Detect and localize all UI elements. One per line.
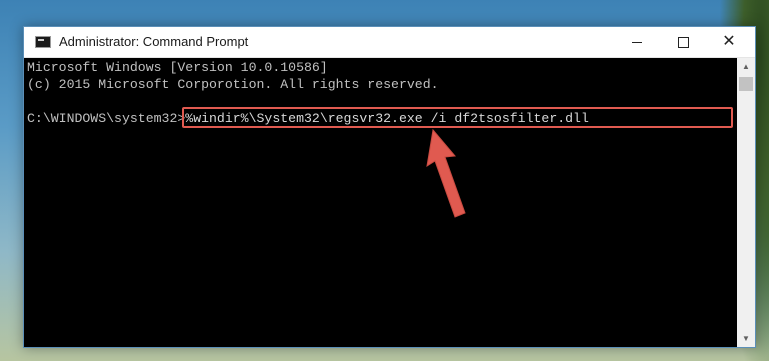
title-bar[interactable]: Administrator: Command Prompt ✕ (24, 27, 755, 58)
scroll-down-button[interactable]: ▼ (737, 330, 755, 347)
close-icon: ✕ (722, 33, 736, 50)
maximize-button[interactable] (660, 27, 706, 57)
chevron-down-icon: ▼ (742, 334, 750, 343)
scroll-up-button[interactable]: ▲ (737, 58, 755, 75)
command-prompt-icon (35, 36, 51, 48)
window-title: Administrator: Command Prompt (59, 34, 249, 49)
vertical-scrollbar[interactable]: ▲ ▼ (737, 58, 755, 347)
chevron-up-icon: ▲ (742, 62, 750, 71)
scroll-thumb[interactable] (739, 77, 753, 91)
prompt-text: C:\WINDOWS\system32> (27, 111, 186, 126)
version-line: Microsoft Windows [Version 10.0.10586] (27, 60, 328, 75)
command-prompt-window: Administrator: Command Prompt ✕ Microsof… (23, 26, 756, 348)
maximize-icon (677, 36, 689, 48)
console-output[interactable]: Microsoft Windows [Version 10.0.10586] (… (24, 58, 737, 347)
minimize-button[interactable] (614, 27, 660, 57)
copyright-line: (c) 2015 Microsoft Corporotion. All righ… (27, 77, 439, 92)
close-button[interactable]: ✕ (706, 27, 752, 57)
pointer-arrow-icon (426, 128, 466, 218)
minimize-icon (632, 41, 642, 43)
command-highlight-box (182, 107, 733, 128)
